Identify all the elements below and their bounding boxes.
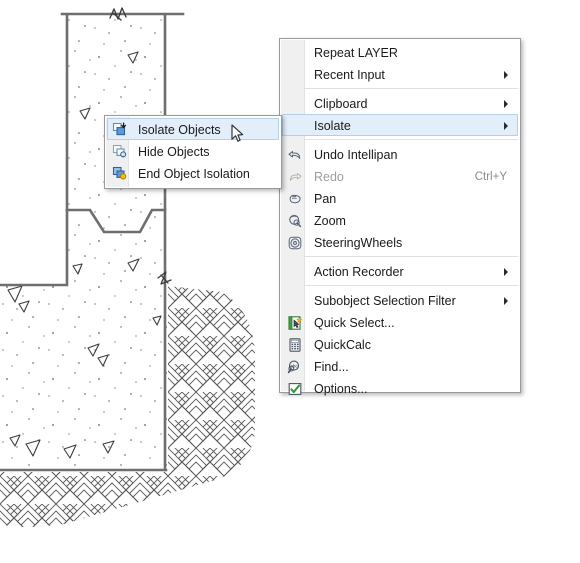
menu-item-redo: Redo Ctrl+Y bbox=[282, 165, 518, 187]
menu-item-undo[interactable]: Undo Intellipan bbox=[282, 143, 518, 165]
menu-item-shortcut: Ctrl+Y bbox=[474, 171, 507, 183]
menu-item-label: Clipboard bbox=[314, 97, 368, 111]
menu-item-label: Quick Select... bbox=[314, 316, 395, 330]
menu-item-label: Options... bbox=[314, 382, 368, 396]
menu-item-label: Isolate bbox=[314, 119, 351, 133]
menu-item-label: Action Recorder bbox=[314, 265, 404, 279]
zoom-magnifier-icon bbox=[287, 213, 303, 229]
menu-item-pan[interactable]: Pan bbox=[282, 187, 518, 209]
chevron-right-icon bbox=[504, 71, 508, 79]
menu-item-steeringwheels[interactable]: SteeringWheels bbox=[282, 231, 518, 253]
submenu-item-label: Hide Objects bbox=[138, 145, 210, 159]
hide-objects-icon bbox=[112, 144, 128, 160]
drawing-context-menu[interactable]: Repeat LAYER Recent Input Clipboard Isol… bbox=[279, 38, 521, 396]
menu-item-find[interactable]: abc Find... bbox=[282, 355, 518, 377]
menu-item-label: Repeat LAYER bbox=[314, 46, 398, 60]
options-check-icon bbox=[287, 381, 303, 397]
menu-item-zoom[interactable]: Zoom bbox=[282, 209, 518, 231]
isolate-objects-icon bbox=[112, 122, 128, 138]
menu-item-subobject-selection-filter[interactable]: Subobject Selection Filter bbox=[282, 289, 518, 311]
quick-select-icon bbox=[287, 315, 303, 331]
submenu-item-label: End Object Isolation bbox=[138, 167, 250, 181]
menu-item-options[interactable]: Options... bbox=[282, 377, 518, 399]
menu-item-quick-select[interactable]: Quick Select... bbox=[282, 311, 518, 333]
redo-arrow-icon bbox=[287, 169, 303, 185]
submenu-item-end-object-isolation[interactable]: End Object Isolation bbox=[107, 162, 279, 184]
chevron-right-icon bbox=[504, 297, 508, 305]
menu-item-label: Zoom bbox=[314, 214, 346, 228]
menu-item-repeat-layer[interactable]: Repeat LAYER bbox=[282, 41, 518, 63]
menu-item-action-recorder[interactable]: Action Recorder bbox=[282, 260, 518, 282]
chevron-right-icon bbox=[504, 100, 508, 108]
screen: Repeat LAYER Recent Input Clipboard Isol… bbox=[0, 0, 580, 563]
menu-item-clipboard[interactable]: Clipboard bbox=[282, 92, 518, 114]
chevron-right-icon bbox=[504, 122, 508, 130]
end-object-isolation-icon bbox=[112, 166, 128, 182]
undo-arrow-icon bbox=[287, 147, 303, 163]
menu-item-label: Pan bbox=[314, 192, 337, 206]
pan-hand-icon bbox=[287, 191, 303, 207]
calculator-icon bbox=[287, 337, 303, 353]
menu-item-quickcalc[interactable]: QuickCalc bbox=[282, 333, 518, 355]
arrow-pointer-icon bbox=[231, 124, 244, 142]
menu-item-label: Undo Intellipan bbox=[314, 148, 398, 162]
menu-item-label: QuickCalc bbox=[314, 338, 371, 352]
submenu-item-label: Isolate Objects bbox=[138, 123, 221, 137]
submenu-item-hide-objects[interactable]: Hide Objects bbox=[107, 140, 279, 162]
menu-item-label: Recent Input bbox=[314, 68, 385, 82]
isolate-submenu[interactable]: Isolate Objects Hide Objects End Object … bbox=[104, 115, 282, 189]
menu-separator bbox=[305, 88, 518, 89]
chevron-right-icon bbox=[504, 268, 508, 276]
concrete-hatch-region bbox=[0, 14, 167, 470]
menu-item-label: SteeringWheels bbox=[314, 236, 403, 250]
submenu-item-isolate-objects[interactable]: Isolate Objects bbox=[107, 118, 279, 140]
menu-separator bbox=[305, 285, 518, 286]
menu-item-label: Find... bbox=[314, 360, 349, 374]
menu-item-isolate[interactable]: Isolate bbox=[282, 114, 518, 136]
menu-item-label: Subobject Selection Filter bbox=[314, 294, 456, 308]
steering-wheel-icon bbox=[287, 235, 303, 251]
menu-item-recent-input[interactable]: Recent Input bbox=[282, 63, 518, 85]
menu-separator bbox=[305, 139, 518, 140]
menu-separator bbox=[305, 256, 518, 257]
find-abc-icon: abc bbox=[287, 359, 303, 375]
menu-item-label: Redo bbox=[314, 170, 344, 184]
